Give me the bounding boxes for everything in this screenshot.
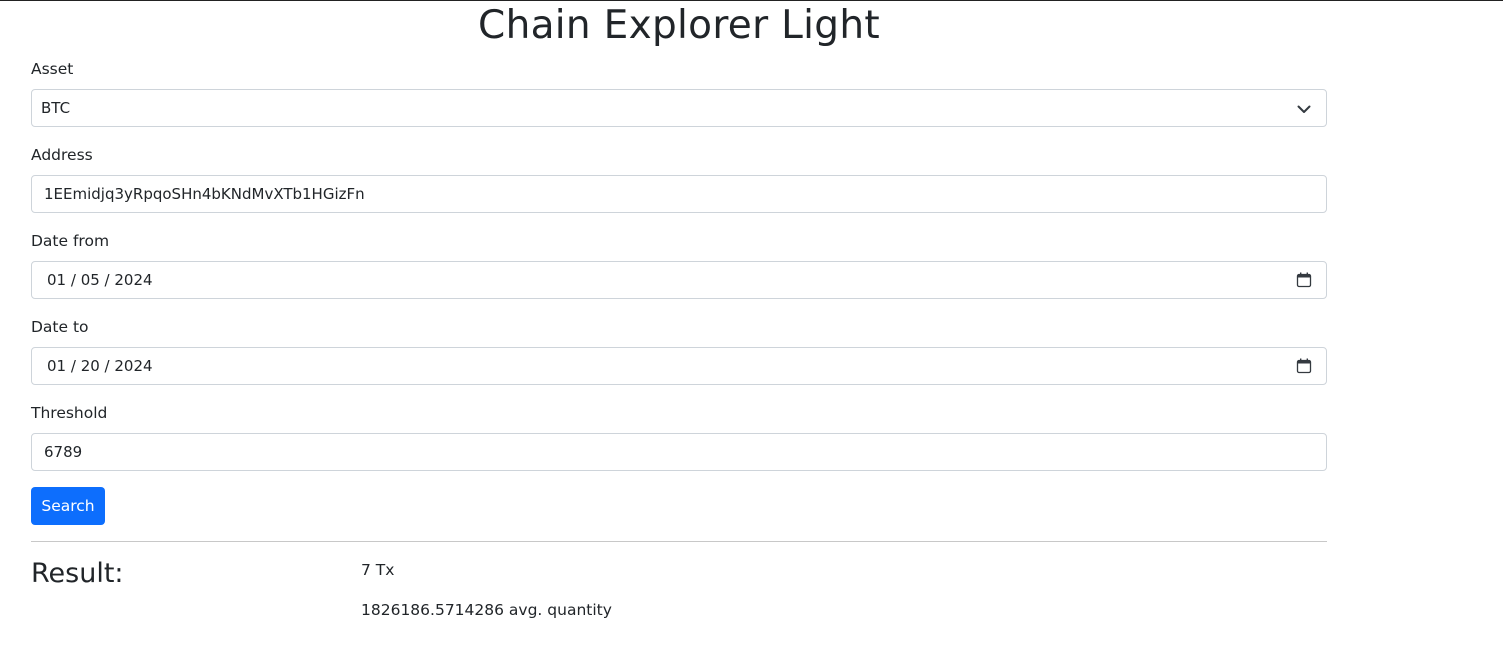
threshold-value: 6789	[44, 443, 83, 461]
address-label: Address	[31, 146, 93, 164]
date-from-value: 01 / 05 / 2024	[47, 271, 153, 289]
date-from-field: Date from 01 / 05 / 2024	[31, 231, 1327, 299]
asset-label: Asset	[31, 60, 74, 78]
date-to-year[interactable]: 2024	[114, 357, 152, 375]
date-from-year[interactable]: 2024	[114, 271, 152, 289]
page-title: Chain Explorer Light	[478, 3, 880, 48]
date-to-value: 01 / 20 / 2024	[47, 357, 153, 375]
calendar-icon[interactable]	[1296, 358, 1312, 374]
calendar-icon[interactable]	[1296, 272, 1312, 288]
threshold-label: Threshold	[31, 404, 108, 422]
date-to-month[interactable]: 01	[47, 357, 66, 375]
asset-selected-value: BTC	[41, 99, 71, 117]
divider	[31, 541, 1327, 542]
address-field: Address 1EEmidjq3yRpqoSHn4bKNdMvXTb1HGiz…	[31, 145, 1327, 213]
date-from-input[interactable]: 01 / 05 / 2024	[31, 261, 1327, 299]
result-avg-quantity: 1826186.5714286 avg. quantity	[361, 601, 612, 619]
asset-field: Asset BTC	[31, 59, 1327, 127]
date-from-month[interactable]: 01	[47, 271, 66, 289]
date-to-label: Date to	[31, 318, 89, 336]
date-from-day[interactable]: 05	[81, 271, 100, 289]
date-to-day[interactable]: 20	[81, 357, 100, 375]
search-button[interactable]: Search	[31, 487, 105, 525]
date-to-field: Date to 01 / 20 / 2024	[31, 317, 1327, 385]
threshold-input[interactable]: 6789	[31, 433, 1327, 471]
result-heading: Result:	[31, 558, 124, 589]
date-from-label: Date from	[31, 232, 110, 250]
threshold-field: Threshold 6789	[31, 403, 1327, 471]
chevron-down-icon	[1297, 105, 1311, 113]
result-tx-count: 7 Tx	[361, 561, 395, 579]
address-value: 1EEmidjq3yRpqoSHn4bKNdMvXTb1HGizFn	[44, 185, 365, 203]
date-to-input[interactable]: 01 / 20 / 2024	[31, 347, 1327, 385]
address-input[interactable]: 1EEmidjq3yRpqoSHn4bKNdMvXTb1HGizFn	[31, 175, 1327, 213]
top-border	[0, 0, 1503, 1]
asset-select[interactable]: BTC	[31, 89, 1327, 127]
